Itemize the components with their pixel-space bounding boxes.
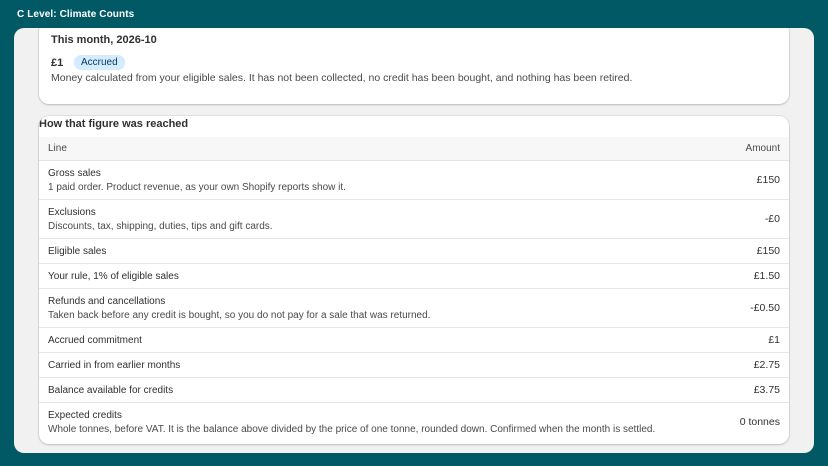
line-description: Discounts, tax, shipping, duties, tips a… [48,220,273,232]
amount-cell: £1.50 [669,263,789,289]
table-row: Refunds and cancellations Taken back bef… [39,288,789,328]
breakdown-table: Line Amount Gross sales 1 paid order. Pr… [39,137,789,441]
line-cell: Carried in from earlier months [39,352,669,378]
table-row: Eligible sales £150 [39,238,789,264]
table-row: Gross sales 1 paid order. Product revenu… [39,160,789,200]
column-header-line: Line [39,137,669,161]
status-badge: Accrued [74,55,125,70]
amount-cell: -£0.50 [669,288,789,328]
table-header-row: Line Amount [39,137,789,161]
line-title: Refunds and cancellations [48,295,166,307]
month-heading: This month, 2026-10 [51,34,157,46]
line-title: Exclusions [48,206,96,218]
line-title: Gross sales [48,167,101,179]
summary-description: Money calculated from your eligible sale… [51,72,633,84]
line-cell: Accrued commitment [39,327,669,353]
breakdown-heading: How that figure was reached [39,118,189,130]
line-description: Whole tonnes, before VAT. It is the bala… [48,423,656,435]
line-title: Eligible sales [48,245,107,257]
line-description: Taken back before any credit is bought, … [48,309,431,321]
line-cell: Refunds and cancellations Taken back bef… [39,288,669,328]
amount-cell: 0 tonnes [739,416,780,428]
app-title-bar: C Level: Climate Counts [0,0,828,28]
amount-cell: £1 [669,327,789,353]
table-row: Accrued commitment £1 [39,327,789,353]
table-row: Carried in from earlier months £2.75 [39,352,789,378]
table-row: Exclusions Discounts, tax, shipping, dut… [39,199,789,239]
line-title: Your rule, 1% of eligible sales [48,270,179,282]
line-cell: Gross sales 1 paid order. Product revenu… [39,160,669,200]
line-cell: Expected credits Whole tonnes, before VA… [39,403,669,442]
line-cell: Eligible sales [39,238,669,264]
column-header-amount: Amount [669,137,789,161]
line-title: Carried in from earlier months [48,359,181,371]
app-title: C Level: Climate Counts [17,9,135,20]
amount-cell: £150 [669,238,789,264]
amount-cell: -£0 [669,199,789,239]
line-cell: Exclusions Discounts, tax, shipping, dut… [39,199,669,239]
table-row: Balance available for credits £3.75 [39,377,789,403]
line-cell: Balance available for credits [39,377,669,403]
line-title: Accrued commitment [48,334,142,346]
monthly-summary-card: This month, 2026-10 £1 Accrued Money cal… [39,28,789,104]
accrued-amount: £1 [51,57,64,69]
content-panel[interactable]: This month, 2026-10 £1 Accrued Money cal… [14,28,814,453]
line-title: Balance available for credits [48,384,174,396]
line-description: 1 paid order. Product revenue, as your o… [48,181,346,193]
breakdown-card: How that figure was reached Line Amount … [39,116,789,444]
table-row: Expected credits Whole tonnes, before VA… [39,403,789,442]
amount-cell: £150 [669,160,789,200]
line-title: Expected credits [48,409,122,421]
table-row: Your rule, 1% of eligible sales £1.50 [39,263,789,289]
amount-cell: £2.75 [669,352,789,378]
amount-cell: £3.75 [669,377,789,403]
line-cell: Your rule, 1% of eligible sales [39,263,669,289]
